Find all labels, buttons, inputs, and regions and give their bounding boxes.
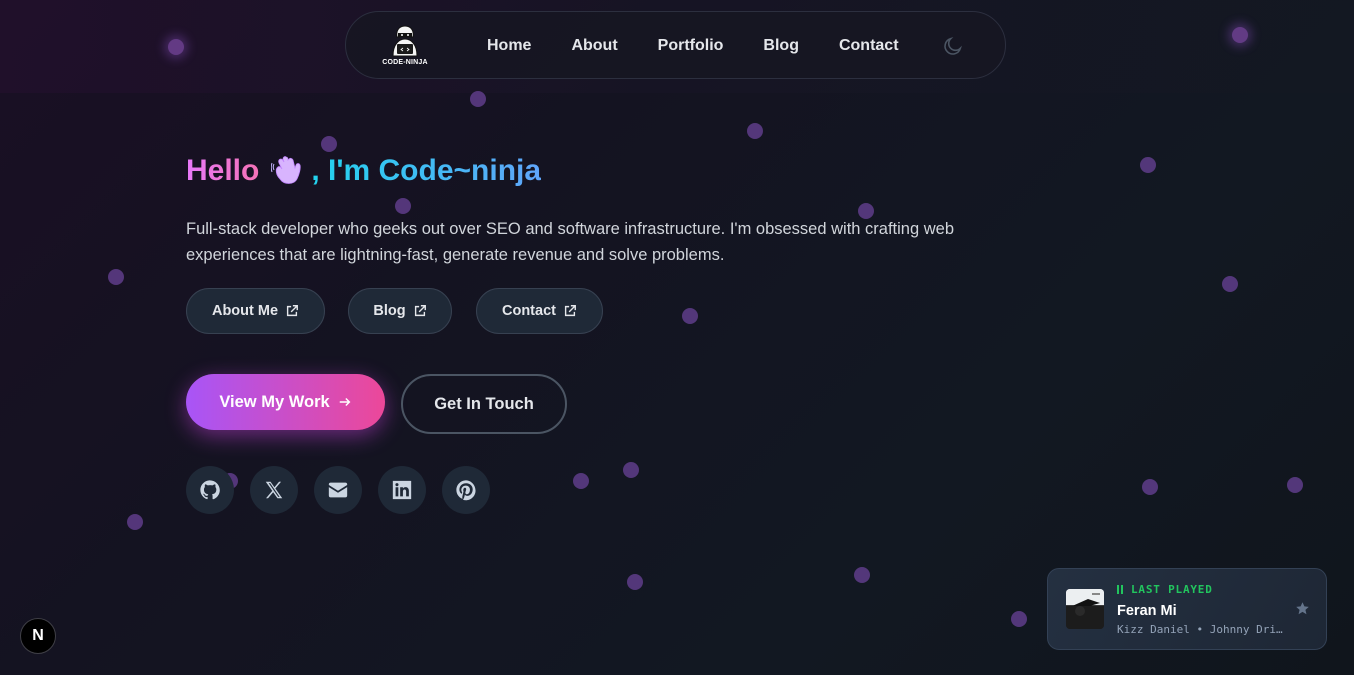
contact-link[interactable]: Contact (476, 288, 603, 334)
linkedin-icon (392, 480, 412, 500)
about-me-label: About Me (211, 303, 279, 319)
last-played-widget[interactable]: LAST PLAYED Feran Mi Kizz Daniel • Johnn… (1047, 568, 1327, 650)
x-icon (265, 481, 283, 499)
ninja-logo-icon (392, 25, 418, 57)
nav-links: Home About Portfolio Blog Contact (487, 12, 939, 80)
song-artist: Kizz Daniel • Johnny Drille (1117, 623, 1287, 636)
nav-link-home[interactable]: Home (487, 37, 531, 55)
site-logo[interactable]: CODE-NINJA (382, 24, 428, 68)
waving-hand-icon (271, 156, 301, 184)
star-icon[interactable] (1295, 601, 1310, 616)
equalizer-icon (1117, 585, 1123, 594)
get-in-touch-button[interactable]: Get In Touch (401, 374, 567, 434)
linkedin-link[interactable] (378, 466, 426, 514)
logo-text: CODE-NINJA (382, 59, 428, 66)
external-link-icon (414, 305, 426, 317)
view-my-work-label: View My Work (219, 392, 330, 411)
mail-icon (328, 482, 348, 498)
hero-name: , I'm Code~ninja (311, 154, 542, 187)
nav-link-about[interactable]: About (571, 37, 617, 55)
blog-link[interactable]: Blog (348, 288, 452, 334)
nav-link-portfolio[interactable]: Portfolio (658, 37, 724, 55)
blog-label: Blog (373, 303, 406, 319)
github-link[interactable] (186, 466, 234, 514)
about-me-link[interactable]: About Me (186, 288, 325, 334)
nextjs-badge[interactable]: N (20, 618, 56, 654)
email-link[interactable] (314, 466, 362, 514)
get-in-touch-label: Get In Touch (434, 394, 534, 413)
last-played-label: LAST PLAYED (1131, 583, 1213, 596)
arrow-right-icon (339, 397, 351, 407)
last-played-label-row: LAST PLAYED (1117, 583, 1213, 596)
pinterest-icon (456, 480, 476, 501)
external-link-icon (286, 305, 298, 317)
view-my-work-button[interactable]: View My Work (186, 374, 385, 430)
album-cover (1066, 589, 1104, 629)
hero-greeting: Hello (186, 154, 260, 187)
hero-heading: Hello , I'm Code~ninja (186, 154, 541, 188)
x-twitter-link[interactable] (250, 466, 298, 514)
moon-icon[interactable] (942, 35, 964, 57)
nav-link-blog[interactable]: Blog (763, 37, 799, 55)
pinterest-link[interactable] (442, 466, 490, 514)
album-art-icon (1066, 589, 1104, 629)
navbar: CODE-NINJA Home About Portfolio Blog Con… (345, 11, 1006, 79)
contact-label: Contact (502, 303, 556, 319)
song-title: Feran Mi (1117, 603, 1177, 619)
nextjs-badge-letter: N (32, 627, 44, 644)
github-icon (200, 480, 220, 500)
hero-intro: Full-stack developer who geeks out over … (186, 220, 955, 264)
external-link-icon (564, 305, 576, 317)
nav-link-contact[interactable]: Contact (839, 37, 899, 55)
